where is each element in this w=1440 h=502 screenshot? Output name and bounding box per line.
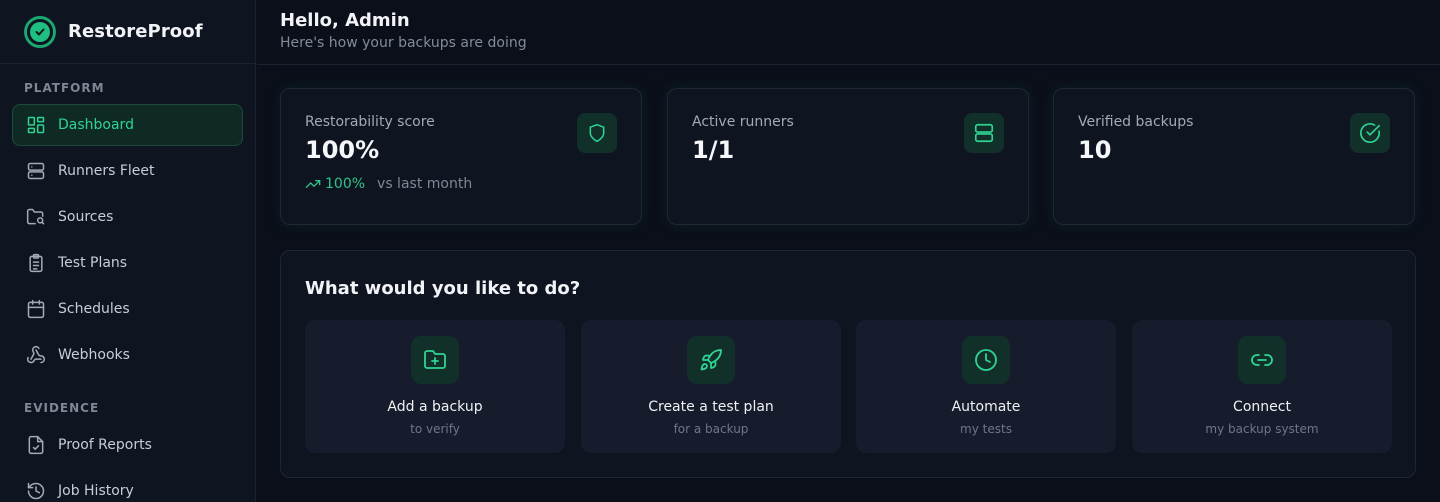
link-icon	[1238, 336, 1286, 384]
shield-icon	[577, 113, 617, 153]
rocket-icon	[687, 336, 735, 384]
brand-logo-icon	[24, 15, 56, 48]
action-title: Create a test plan	[648, 399, 774, 415]
stat-label: Verified backups	[1078, 114, 1194, 130]
stat-label: Active runners	[692, 114, 794, 130]
calendar-icon	[26, 299, 46, 319]
sidebar-item-sources[interactable]: Sources	[12, 196, 243, 238]
sidebar-item-label: Webhooks	[58, 347, 130, 363]
file-check-icon	[26, 435, 46, 455]
stat-label: Restorability score	[305, 114, 435, 130]
webhook-icon	[26, 345, 46, 365]
stat-trend-value: 100%	[325, 176, 366, 192]
stat-trend-text: vs last month	[377, 176, 473, 192]
sidebar-item-dashboard[interactable]: Dashboard	[12, 104, 243, 146]
stat-trend: 100% vs last month	[305, 176, 617, 192]
action-title: Add a backup	[387, 399, 483, 415]
stat-card-restorability: Restorability score 100% 100% vs last mo…	[280, 88, 642, 225]
history-icon	[26, 481, 46, 501]
sidebar-item-proof-reports[interactable]: Proof Reports	[12, 424, 243, 466]
quick-actions-title: What would you like to do?	[305, 278, 581, 299]
sidebar-item-job-history[interactable]: Job History	[12, 470, 243, 502]
section-label-platform: PLATFORM	[24, 81, 105, 95]
action-title: Connect	[1233, 399, 1291, 415]
clock-icon	[962, 336, 1010, 384]
circle-check-icon	[1350, 113, 1390, 153]
clipboard-list-icon	[26, 253, 46, 273]
page-title: Hello, Admin	[280, 10, 410, 31]
section-label-evidence: EVIDENCE	[24, 401, 100, 415]
action-create-test-plan[interactable]: Create a test plan for a backup	[581, 320, 841, 453]
trending-up-icon	[305, 176, 321, 192]
stat-value: 10	[1078, 136, 1112, 164]
action-title: Automate	[951, 399, 1021, 415]
sidebar-item-label: Runners Fleet	[58, 163, 155, 179]
action-connect[interactable]: Connect my backup system	[1132, 320, 1392, 453]
brand[interactable]: RestoreProof	[0, 0, 255, 64]
action-add-backup[interactable]: Add a backup to verify	[305, 320, 565, 453]
sidebar-item-label: Proof Reports	[58, 437, 152, 453]
server-icon	[26, 161, 46, 181]
page-subtitle: Here's how your backups are doing	[280, 35, 527, 51]
folder-search-icon	[26, 207, 46, 227]
action-subtitle: to verify	[410, 422, 460, 436]
sidebar-item-label: Dashboard	[58, 117, 134, 133]
server-icon	[964, 113, 1004, 153]
action-subtitle: for a backup	[673, 422, 749, 436]
folder-plus-icon	[411, 336, 459, 384]
sidebar-item-label: Test Plans	[58, 255, 128, 271]
sidebar-item-label: Sources	[58, 209, 114, 225]
sidebar-item-label: Job History	[58, 483, 134, 499]
action-subtitle: my tests	[960, 422, 1012, 436]
sidebar-item-schedules[interactable]: Schedules	[12, 288, 243, 330]
layout-grid-icon	[26, 115, 46, 135]
quick-actions-panel: What would you like to do? Add a backup …	[280, 250, 1416, 478]
action-automate[interactable]: Automate my tests	[856, 320, 1116, 453]
sidebar-item-runners-fleet[interactable]: Runners Fleet	[12, 150, 243, 192]
sidebar-item-test-plans[interactable]: Test Plans	[12, 242, 243, 284]
sidebar-item-webhooks[interactable]: Webhooks	[12, 334, 243, 376]
sidebar-item-label: Schedules	[58, 301, 130, 317]
action-subtitle: my backup system	[1205, 422, 1319, 436]
sidebar: RestoreProof PLATFORM Dashboard Runners …	[0, 0, 256, 502]
stat-value: 1/1	[692, 136, 735, 164]
stat-card-active-runners: Active runners 1/1	[667, 88, 1029, 225]
page-header: Hello, Admin Here's how your backups are…	[257, 0, 1440, 65]
stat-value: 100%	[305, 136, 380, 164]
brand-name: RestoreProof	[68, 21, 203, 42]
stat-card-verified-backups: Verified backups 10	[1053, 88, 1415, 225]
